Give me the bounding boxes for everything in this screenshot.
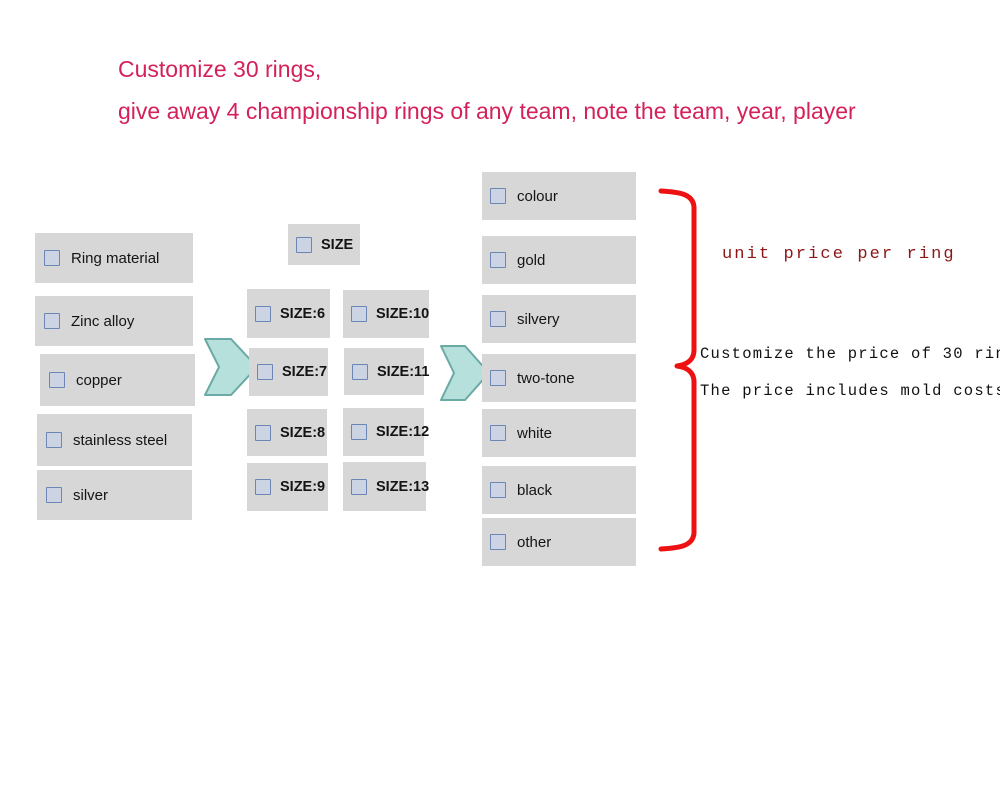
option-size-13[interactable]: SIZE:13 bbox=[343, 462, 430, 511]
option-label: SIZE:12 bbox=[376, 424, 430, 440]
checkbox-icon[interactable] bbox=[490, 482, 506, 498]
option-label: white bbox=[517, 424, 553, 442]
checkbox-icon[interactable] bbox=[255, 479, 271, 495]
option-label: black bbox=[517, 481, 553, 499]
option-label: Zinc alloy bbox=[71, 312, 135, 330]
option-label: two-tone bbox=[517, 369, 575, 387]
option-size-8[interactable]: SIZE:8 bbox=[247, 409, 327, 456]
checkbox-icon[interactable] bbox=[490, 370, 506, 386]
option-label: Ring material bbox=[71, 249, 160, 267]
price-brace bbox=[655, 185, 715, 565]
option-ring-material[interactable]: Ring material bbox=[35, 233, 193, 283]
option-label: colour bbox=[517, 187, 558, 205]
option-label: other bbox=[517, 533, 552, 551]
option-label: gold bbox=[517, 251, 546, 269]
checkbox-icon[interactable] bbox=[255, 305, 271, 322]
option-size-6[interactable]: SIZE:6 bbox=[247, 289, 330, 338]
option-label: silver bbox=[73, 486, 109, 504]
price-note-2: The price includes mold costs bbox=[700, 382, 1000, 400]
checkbox-icon[interactable] bbox=[46, 487, 62, 503]
option-size-header[interactable]: SIZE bbox=[288, 224, 360, 265]
option-colour-header[interactable]: colour bbox=[482, 172, 636, 220]
checkbox-icon[interactable] bbox=[490, 425, 506, 441]
checkbox-icon[interactable] bbox=[49, 372, 65, 388]
checkbox-icon[interactable] bbox=[46, 432, 62, 448]
unit-price-label: unit price per ring bbox=[722, 245, 956, 264]
option-label: SIZE:6 bbox=[280, 305, 326, 322]
option-label: SIZE:10 bbox=[376, 306, 430, 322]
option-label: SIZE:7 bbox=[282, 364, 328, 380]
headline-line-2: give away 4 championship rings of any te… bbox=[118, 98, 856, 124]
option-gold[interactable]: gold bbox=[482, 236, 636, 284]
page-title: Customize 30 rings, give away 4 champion… bbox=[118, 48, 988, 132]
headline-line-1: Customize 30 rings, bbox=[118, 56, 322, 82]
option-white[interactable]: white bbox=[482, 409, 636, 457]
option-label: SIZE:11 bbox=[377, 363, 430, 380]
price-note-1: Customize the price of 30 ring bbox=[700, 345, 1000, 363]
option-size-11[interactable]: SIZE:11 bbox=[344, 348, 429, 395]
option-silver[interactable]: silver bbox=[37, 470, 192, 520]
checkbox-icon[interactable] bbox=[257, 364, 273, 380]
option-label: stainless steel bbox=[73, 431, 168, 449]
checkbox-icon[interactable] bbox=[351, 478, 367, 495]
option-zinc-alloy[interactable]: Zinc alloy bbox=[35, 296, 193, 346]
checkbox-icon[interactable] bbox=[490, 188, 506, 204]
option-copper[interactable]: copper bbox=[40, 354, 195, 406]
option-label: SIZE:13 bbox=[376, 478, 430, 495]
option-label: SIZE bbox=[321, 236, 354, 253]
option-size-10[interactable]: SIZE:10 bbox=[343, 290, 429, 338]
curly-brace-icon bbox=[658, 188, 697, 552]
checkbox-icon[interactable] bbox=[44, 313, 60, 329]
option-two-tone[interactable]: two-tone bbox=[482, 354, 636, 402]
option-label: copper bbox=[76, 371, 122, 389]
checkbox-icon[interactable] bbox=[296, 236, 312, 253]
option-other[interactable]: other bbox=[482, 518, 636, 566]
checkbox-icon[interactable] bbox=[490, 252, 506, 268]
checkbox-icon[interactable] bbox=[44, 250, 60, 266]
option-black[interactable]: black bbox=[482, 466, 636, 514]
checkbox-icon[interactable] bbox=[352, 363, 368, 380]
option-label: SIZE:8 bbox=[280, 424, 326, 441]
checkbox-icon[interactable] bbox=[351, 424, 367, 440]
checkbox-icon[interactable] bbox=[255, 424, 271, 441]
option-stainless-steel[interactable]: stainless steel bbox=[37, 414, 192, 466]
option-size-7[interactable]: SIZE:7 bbox=[249, 348, 328, 396]
poster-canvas: Customize 30 rings, give away 4 champion… bbox=[0, 0, 1000, 800]
checkbox-icon[interactable] bbox=[490, 534, 506, 550]
option-label: SIZE:9 bbox=[280, 479, 326, 495]
option-silvery[interactable]: silvery bbox=[482, 295, 636, 343]
option-label: silvery bbox=[517, 310, 560, 328]
option-size-9[interactable]: SIZE:9 bbox=[247, 463, 328, 511]
checkbox-icon[interactable] bbox=[490, 311, 506, 327]
option-size-12[interactable]: SIZE:12 bbox=[343, 408, 429, 456]
checkbox-icon[interactable] bbox=[351, 306, 367, 322]
